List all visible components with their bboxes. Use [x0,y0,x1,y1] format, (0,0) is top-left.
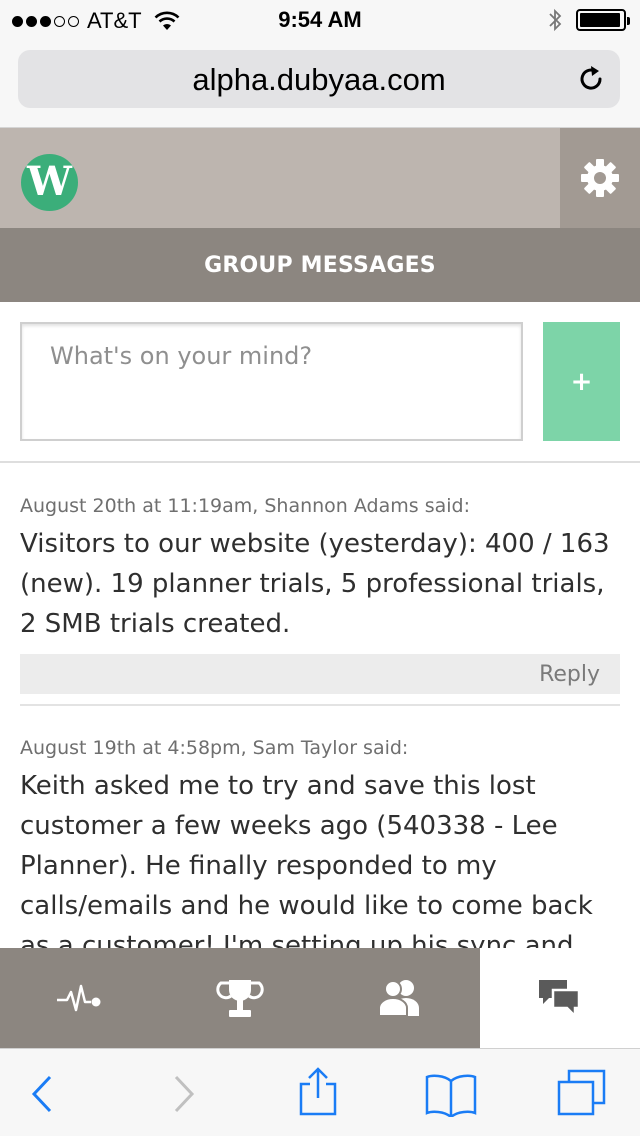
gear-icon [581,159,619,197]
message-meta: August 19th at 4:58pm, Sam Taylor said: [20,737,409,759]
share-button[interactable] [296,1067,340,1117]
group-icon [378,980,419,1017]
share-icon [299,1067,337,1116]
message-item: August 19th at 4:58pm, Sam Taylor said: … [20,734,620,966]
forward-icon [174,1075,195,1113]
reload-icon[interactable] [576,64,606,94]
status-right [548,8,630,32]
settings-button[interactable] [560,128,640,228]
tab-activity[interactable] [0,948,160,1048]
plus-icon: + [570,366,593,397]
url-text[interactable]: alpha.dubyaa.com [18,62,620,98]
forward-button[interactable] [168,1071,198,1117]
battery-fill [580,13,620,27]
message-divider [20,704,620,706]
tab-trophy[interactable] [160,948,320,1048]
message-input[interactable] [22,324,521,439]
tabs-button[interactable] [556,1069,608,1117]
divider [0,461,640,463]
back-button[interactable] [28,1071,58,1117]
browser-toolbar [0,1048,640,1136]
tab-group[interactable] [320,948,480,1048]
activity-icon [57,984,101,1012]
message-item: August 20th at 11:19am, Shannon Adams sa… [20,492,620,644]
app-header: W [0,128,640,228]
post-message-button[interactable]: + [543,322,620,441]
trophy-icon [216,980,264,1017]
bookmarks-icon [425,1074,477,1117]
message-body: Keith asked me to try and save this lost… [20,771,593,961]
page-title: GROUP MESSAGES [204,252,436,278]
bottom-tab-bar [0,948,640,1048]
message-meta: August 20th at 11:19am, Shannon Adams sa… [20,495,470,517]
address-bar[interactable]: alpha.dubyaa.com [18,50,620,108]
battery-icon [576,9,630,31]
page-title-bar: GROUP MESSAGES [0,228,640,302]
browser-address-area: alpha.dubyaa.com [0,40,640,128]
status-time: 9:54 AM [278,7,362,32]
tab-messages[interactable] [480,948,640,1048]
logo-letter: W [27,157,72,205]
chat-icon [539,980,581,1020]
bookmarks-button[interactable] [424,1071,478,1117]
app-logo[interactable]: W [21,154,78,211]
tabs-icon [557,1069,606,1116]
message-body: Visitors to our website (yesterday): 400… [20,529,610,639]
message-composer [20,322,523,441]
reply-bar: Reply [20,654,620,694]
bluetooth-icon [549,8,562,32]
status-bar: AT&T 9:54 AM [0,0,640,40]
reply-link[interactable]: Reply [539,662,600,687]
back-icon [31,1075,52,1113]
